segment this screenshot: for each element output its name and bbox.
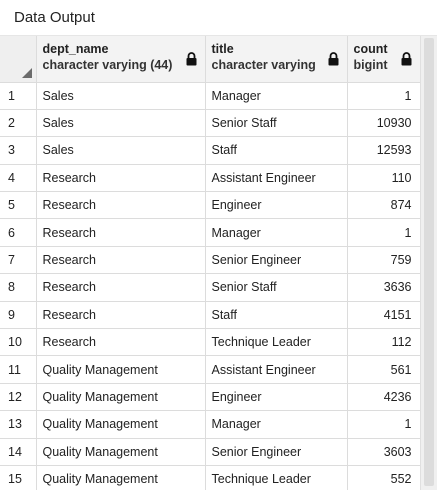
cell-dept-name[interactable]: Quality Management (36, 355, 206, 384)
cell-dept-name[interactable]: Quality Management (36, 410, 206, 439)
row-number[interactable]: 3 (0, 136, 37, 165)
row-number[interactable]: 7 (0, 246, 37, 275)
cell-count[interactable]: 3603 (347, 438, 421, 466)
results-table: dept_name character varying (44) title c… (0, 36, 421, 490)
lock-icon (328, 52, 338, 66)
cell-count[interactable]: 1 (347, 218, 421, 247)
cell-title[interactable]: Senior Staff (205, 273, 348, 302)
table-row[interactable]: 4 Research Assistant Engineer 110 (0, 164, 421, 193)
column-header-count[interactable]: count bigint (347, 36, 421, 83)
cell-count[interactable]: 1 (347, 82, 421, 110)
cell-dept-name[interactable]: Research (36, 164, 206, 193)
table-row[interactable]: 11 Quality Management Assistant Engineer 56… (0, 355, 421, 384)
table-row[interactable]: 9 Research Staff 4151 (0, 301, 421, 330)
row-number[interactable]: 5 (0, 191, 37, 220)
cell-count[interactable]: 112 (347, 328, 421, 357)
table-row[interactable]: 5 Research Engineer 874 (0, 191, 421, 220)
cell-count[interactable]: 10930 (347, 109, 421, 138)
row-number[interactable]: 15 (0, 465, 37, 490)
cell-title[interactable]: Senior Staff (205, 109, 348, 138)
cell-title[interactable]: Technique Leader (205, 328, 348, 357)
table-row[interactable]: 8 Research Senior Staff 3636 (0, 273, 421, 302)
cell-title[interactable]: Manager (205, 218, 348, 247)
table-row[interactable]: 1 Sales Manager 1 (0, 82, 421, 110)
cell-title[interactable]: Engineer (205, 383, 348, 412)
table-row[interactable]: 13 Quality Management Manager 1 (0, 410, 421, 439)
row-number[interactable]: 1 (0, 82, 37, 110)
cell-count[interactable]: 110 (347, 164, 421, 193)
cell-title[interactable]: Manager (205, 82, 348, 110)
column-name: dept_name (42, 42, 109, 56)
row-number[interactable]: 6 (0, 218, 37, 247)
row-number[interactable]: 12 (0, 383, 37, 412)
row-number[interactable]: 13 (0, 410, 37, 439)
table-row[interactable]: 3 Sales Staff 12593 (0, 136, 421, 165)
cell-title[interactable]: Assistant Engineer (205, 164, 348, 193)
cell-title[interactable]: Senior Engineer (205, 246, 348, 275)
cell-dept-name[interactable]: Quality Management (36, 383, 206, 412)
cell-count[interactable]: 3636 (347, 273, 421, 302)
table-row[interactable]: 6 Research Manager 1 (0, 218, 421, 247)
column-type: character varying (211, 58, 316, 72)
cell-title[interactable]: Staff (205, 301, 348, 330)
cell-dept-name[interactable]: Quality Management (36, 465, 206, 490)
table-row[interactable]: 15 Quality Management Technique Leader 552 (0, 465, 421, 490)
row-number[interactable]: 4 (0, 164, 37, 193)
cell-dept-name[interactable]: Sales (36, 82, 206, 110)
row-number[interactable]: 2 (0, 109, 37, 138)
cell-dept-name[interactable]: Quality Management (36, 438, 206, 466)
column-header-dept-name[interactable]: dept_name character varying (44) (36, 36, 206, 83)
cell-count[interactable]: 552 (347, 465, 421, 490)
cell-dept-name[interactable]: Research (36, 273, 206, 302)
select-all-corner[interactable] (0, 36, 37, 83)
lock-icon (186, 52, 196, 66)
row-number[interactable]: 8 (0, 273, 37, 302)
cell-count[interactable]: 874 (347, 191, 421, 220)
cell-dept-name[interactable]: Research (36, 191, 206, 220)
row-number[interactable]: 9 (0, 301, 37, 330)
cell-dept-name[interactable]: Research (36, 246, 206, 275)
panel-title: Data Output (14, 9, 95, 26)
cell-title[interactable]: Staff (205, 136, 348, 165)
select-all-icon (21, 67, 32, 78)
cell-title[interactable]: Manager (205, 410, 348, 439)
scrollbar-thumb[interactable] (424, 38, 434, 486)
row-number[interactable]: 14 (0, 438, 37, 466)
data-output-panel-header: Data Output (0, 0, 437, 36)
cell-title[interactable]: Technique Leader (205, 465, 348, 490)
vertical-scrollbar[interactable] (420, 36, 437, 490)
cell-count[interactable]: 12593 (347, 136, 421, 165)
cell-count[interactable]: 4236 (347, 383, 421, 412)
lock-icon (401, 52, 411, 66)
cell-count[interactable]: 1 (347, 410, 421, 439)
cell-dept-name[interactable]: Research (36, 328, 206, 357)
table-row[interactable]: 12 Quality Management Engineer 4236 (0, 383, 421, 412)
cell-dept-name[interactable]: Sales (36, 109, 206, 138)
cell-dept-name[interactable]: Research (36, 218, 206, 247)
cell-title[interactable]: Senior Engineer (205, 438, 348, 466)
cell-count[interactable]: 561 (347, 355, 421, 384)
header-row: dept_name character varying (44) title c… (0, 36, 421, 83)
table-row[interactable]: 14 Quality Management Senior Engineer 3603 (0, 438, 421, 466)
cell-dept-name[interactable]: Research (36, 301, 206, 330)
cell-title[interactable]: Engineer (205, 191, 348, 220)
table-row[interactable]: 10 Research Technique Leader 112 (0, 328, 421, 357)
row-number[interactable]: 11 (0, 355, 37, 384)
cell-title[interactable]: Assistant Engineer (205, 355, 348, 384)
row-number[interactable]: 10 (0, 328, 37, 357)
cell-dept-name[interactable]: Sales (36, 136, 206, 165)
table-row[interactable]: 7 Research Senior Engineer 759 (0, 246, 421, 275)
table-row[interactable]: 2 Sales Senior Staff 10930 (0, 109, 421, 138)
result-grid[interactable]: dept_name character varying (44) title c… (0, 36, 437, 490)
column-type: character varying (44) (42, 58, 173, 72)
cell-count[interactable]: 4151 (347, 301, 421, 330)
column-header-title[interactable]: title character varying (205, 36, 348, 83)
cell-count[interactable]: 759 (347, 246, 421, 275)
column-name: title (211, 42, 234, 56)
